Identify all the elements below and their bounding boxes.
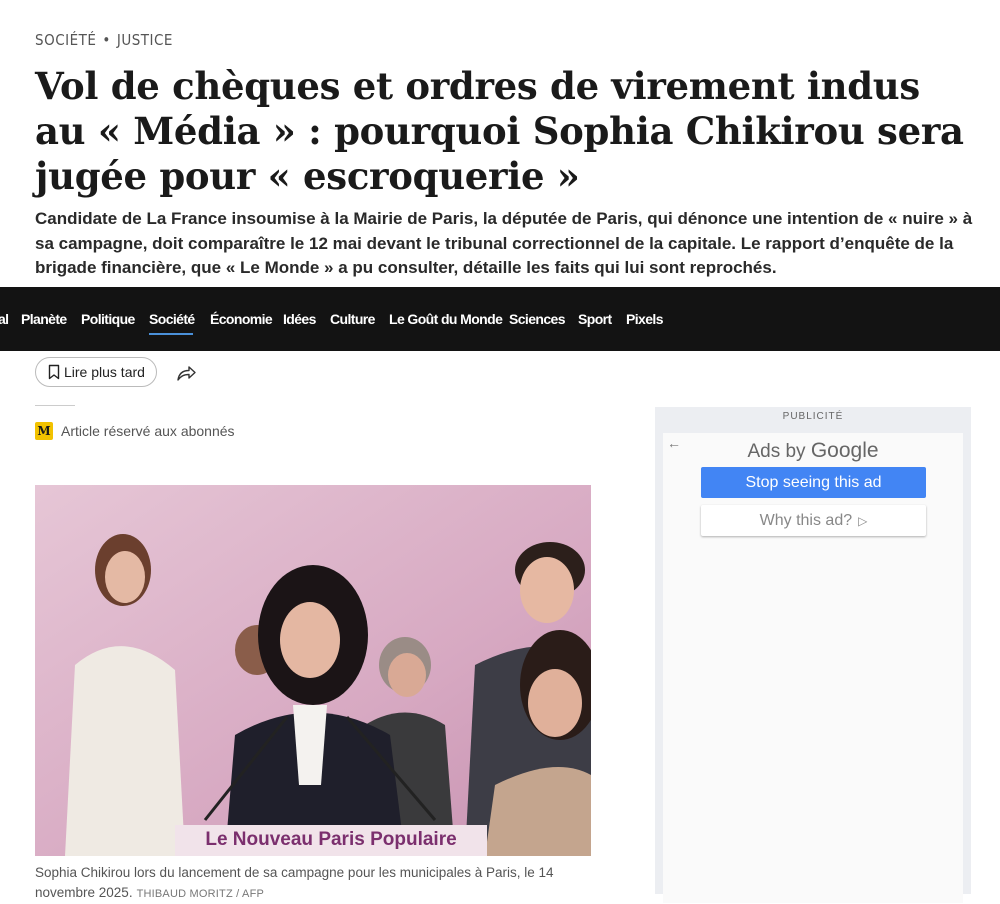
- ad-frame: ← Ads by Google Stop seeing this ad Why …: [663, 433, 963, 903]
- caption-text: Sophia Chikirou lors du lancement de sa …: [35, 865, 554, 900]
- nav-item-planete[interactable]: Planète: [21, 311, 67, 327]
- nav-item-pixels[interactable]: Pixels: [626, 311, 663, 327]
- divider: [35, 405, 75, 406]
- nav-item-politique[interactable]: Politique: [81, 311, 135, 327]
- adchoices-icon: ▷: [858, 513, 868, 528]
- subscriber-label: Article réservé aux abonnés: [61, 423, 235, 439]
- share-icon[interactable]: [174, 361, 198, 385]
- why-this-ad-button[interactable]: Why this ad? ▷: [701, 505, 926, 536]
- nav-item-societe[interactable]: Société: [149, 311, 195, 327]
- article-title: Vol de chèques et ordres de virement ind…: [35, 64, 964, 198]
- podium-banner: Le Nouveau Paris Populaire: [205, 829, 457, 850]
- nav-item-sport[interactable]: Sport: [578, 311, 612, 327]
- section-nav: al Planète Politique Société Économie Id…: [0, 287, 1000, 351]
- ad-column: PUBLICITÉ ← Ads by Google Stop seeing th…: [655, 407, 971, 903]
- ads-by-google: Ads by Google: [663, 439, 963, 463]
- breadcrumb-separator: •: [102, 31, 111, 49]
- breadcrumb-subsection[interactable]: JUSTICE: [117, 31, 173, 49]
- nav-item-partial[interactable]: al: [0, 311, 9, 327]
- subscriber-notice: M Article réservé aux abonnés: [35, 422, 235, 440]
- breadcrumb-section[interactable]: SOCIÉTÉ: [35, 31, 96, 49]
- le-monde-badge-icon: M: [35, 422, 53, 440]
- read-later-label: Lire plus tard: [64, 364, 145, 380]
- breadcrumb: SOCIÉTÉ • JUSTICE: [35, 31, 173, 49]
- photo-caption: Sophia Chikirou lors du lancement de sa …: [35, 863, 595, 904]
- nav-item-culture[interactable]: Culture: [330, 311, 375, 327]
- why-this-ad-label: Why this ad?: [759, 511, 853, 529]
- nav-item-gout-du-monde[interactable]: Le Goût du Monde: [389, 311, 503, 327]
- nav-item-sciences[interactable]: Sciences: [509, 311, 566, 327]
- nav-item-idees[interactable]: Idées: [283, 311, 316, 327]
- nav-item-economie[interactable]: Économie: [210, 311, 273, 327]
- nav-active-indicator: [149, 333, 193, 335]
- google-logo: Google: [810, 439, 879, 462]
- article-photo: Le Nouveau Paris Populaire: [35, 485, 591, 856]
- ad-label: PUBLICITÉ: [782, 411, 844, 422]
- article-standfirst: Candidate de La France insoumise à la Ma…: [35, 209, 973, 277]
- bookmark-icon: [48, 364, 60, 380]
- photo-credit: THIBAUD MORITZ / AFP: [136, 888, 265, 900]
- stop-seeing-ad-button[interactable]: Stop seeing this ad: [701, 467, 926, 498]
- read-later-button[interactable]: Lire plus tard: [35, 357, 157, 387]
- ads-by-label: Ads by: [747, 441, 806, 462]
